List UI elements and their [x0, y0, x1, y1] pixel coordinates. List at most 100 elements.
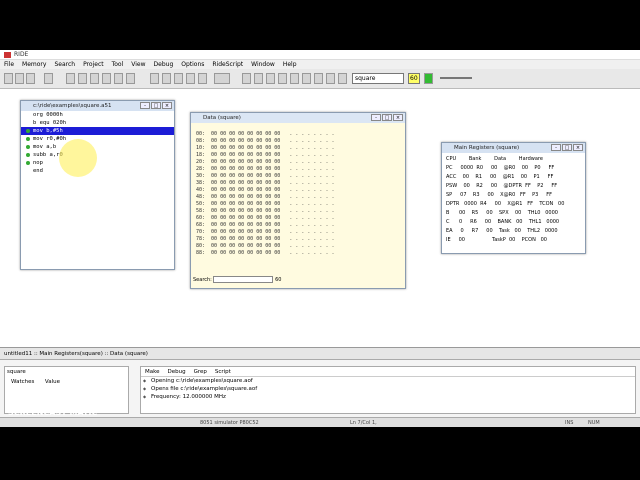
menu-search[interactable]: Search — [50, 60, 79, 69]
memory-row[interactable]: 78: 00 00 00 00 00 00 00 00 . . . . . . … — [196, 236, 334, 243]
memory-grid[interactable]: 00: 00 00 00 00 00 00 00 00 . . . . . . … — [196, 131, 334, 257]
memory-row[interactable]: 68: 00 00 00 00 00 00 00 00 . . . . . . … — [196, 222, 334, 229]
close-button[interactable]: × — [162, 102, 172, 109]
editor-window[interactable]: c:\ride\examples\square.a51 - □ × org 0000… — [20, 100, 175, 270]
cut-icon[interactable] — [78, 73, 87, 84]
menu-view[interactable]: View — [127, 60, 149, 69]
tab-make[interactable]: Make — [145, 369, 160, 375]
format-icon[interactable] — [214, 73, 230, 84]
code-line[interactable]: org 0000h — [21, 111, 174, 119]
minimize-button[interactable]: - — [140, 102, 150, 109]
memory-row[interactable]: 40: 00 00 00 00 00 00 00 00 . . . . . . … — [196, 187, 334, 194]
memory-row[interactable]: 18: 00 00 00 00 00 00 00 00 . . . . . . … — [196, 152, 334, 159]
register-row[interactable]: ACC 00 R1 00 @R1 00 P1 FF — [446, 173, 569, 182]
memory-row[interactable]: 38: 00 00 00 00 00 00 00 00 . . . . . . … — [196, 180, 334, 187]
code-line[interactable]: subb a,r0 — [21, 151, 174, 159]
close-button[interactable]: × — [393, 114, 403, 121]
minimize-button[interactable]: - — [551, 144, 561, 151]
register-row[interactable]: EA 0 R7 00 Task 00 THL2 0000 — [446, 227, 569, 236]
memory-row[interactable]: 20: 00 00 00 00 00 00 00 00 . . . . . . … — [196, 159, 334, 166]
grid-icon[interactable] — [186, 73, 195, 84]
tab-debug[interactable]: Debug — [168, 369, 186, 375]
go-icon[interactable] — [424, 73, 433, 84]
register-row[interactable]: B 00 R5 00 SPX 00 THL0 0000 — [446, 209, 569, 218]
breakpoint-icon[interactable] — [26, 153, 30, 157]
target-combo[interactable]: square — [352, 73, 404, 84]
debug-run-icon[interactable] — [242, 73, 251, 84]
step-icon[interactable] — [44, 73, 53, 84]
tab-script[interactable]: Script — [215, 369, 231, 375]
register-row[interactable]: PC 0000 R0 00 @R0 00 P0 FF — [446, 164, 569, 173]
copy-icon[interactable] — [90, 73, 99, 84]
code-line[interactable]: end — [21, 167, 174, 175]
breakpoint-icon[interactable] — [26, 145, 30, 149]
register-row[interactable]: SP 07 R3 00 X@R0 FF P3 FF — [446, 191, 569, 200]
stop-icon[interactable] — [314, 73, 323, 84]
document-tabs[interactable]: untitled11 :: Main Registers(square) :: … — [0, 347, 640, 359]
step-over-icon[interactable] — [290, 73, 299, 84]
registers-table[interactable]: CPU Bank Data Hardware PC 0000 R0 00 @R0 … — [446, 155, 569, 245]
register-row[interactable]: DPTR 0000 R4 00 X@R1 FF TCON 00 — [446, 200, 569, 209]
memory-row[interactable]: 60: 00 00 00 00 00 00 00 00 . . . . . . … — [196, 215, 334, 222]
new-file-icon[interactable] — [4, 73, 13, 84]
menu-options[interactable]: Options — [177, 60, 208, 69]
breakpoint-icon[interactable] — [326, 73, 335, 84]
memory-row[interactable]: 58: 00 00 00 00 00 00 00 00 . . . . . . … — [196, 208, 334, 215]
table-icon[interactable] — [198, 73, 207, 84]
paste-icon[interactable] — [102, 73, 111, 84]
code-line[interactable]: mov r0,#0h — [21, 135, 174, 143]
menu-ridescript[interactable]: RideScript — [208, 60, 247, 69]
register-row[interactable]: IE 00 TaskP 00 PCON 00 — [446, 236, 569, 245]
breakpoint-icon[interactable] — [26, 129, 30, 133]
search-input[interactable] — [213, 276, 274, 283]
link-icon[interactable] — [174, 73, 183, 84]
menu-debug[interactable]: Debug — [150, 60, 178, 69]
memory-row[interactable]: 70: 00 00 00 00 00 00 00 00 . . . . . . … — [196, 229, 334, 236]
tab-grep[interactable]: Grep — [194, 369, 207, 375]
register-row[interactable]: PSW 00 R2 00 @DPTR FF P2 FF — [446, 182, 569, 191]
compile-icon[interactable] — [162, 73, 171, 84]
menu-window[interactable]: Window — [247, 60, 279, 69]
menu-help[interactable]: Help — [279, 60, 301, 69]
step-into-icon[interactable] — [278, 73, 287, 84]
memory-row[interactable]: 50: 00 00 00 00 00 00 00 00 . . . . . . … — [196, 201, 334, 208]
code-area[interactable]: org 0000h b equ 020h mov b,#5h mov r0,#0… — [21, 111, 174, 269]
find-icon[interactable] — [114, 73, 123, 84]
memory-row[interactable]: 08: 00 00 00 00 00 00 00 00 . . . . . . … — [196, 138, 334, 145]
menu-file[interactable]: File — [0, 60, 18, 69]
reset-icon[interactable] — [302, 73, 311, 84]
breakpoint-icon[interactable] — [26, 137, 30, 141]
register-row[interactable]: C 0 R6 00 BANK 00 THL1 0000 — [446, 218, 569, 227]
breakpoint-icon[interactable] — [26, 161, 30, 165]
speed-field[interactable]: 60 — [408, 73, 420, 84]
memory-row[interactable]: 30: 00 00 00 00 00 00 00 00 . . . . . . … — [196, 173, 334, 180]
watch-icon[interactable] — [338, 73, 347, 84]
menu-tool[interactable]: Tool — [108, 60, 128, 69]
memory-row[interactable]: 28: 00 00 00 00 00 00 00 00 . . . . . . … — [196, 166, 334, 173]
memory-row[interactable]: 00: 00 00 00 00 00 00 00 00 . . . . . . … — [196, 131, 334, 138]
open-folder-icon[interactable] — [15, 73, 24, 84]
camera-icon[interactable] — [266, 73, 275, 84]
undo-icon[interactable] — [66, 73, 75, 84]
code-line-current[interactable]: mov b,#5h — [21, 127, 174, 135]
house-icon[interactable] — [254, 73, 263, 84]
code-line[interactable]: mov a,b — [21, 143, 174, 151]
memory-row[interactable]: 10: 00 00 00 00 00 00 00 00 . . . . . . … — [196, 145, 334, 152]
memory-row[interactable]: 48: 00 00 00 00 00 00 00 00 . . . . . . … — [196, 194, 334, 201]
maximize-button[interactable]: □ — [382, 114, 392, 121]
save-icon[interactable] — [26, 73, 35, 84]
registers-window[interactable]: Main Registers (square) - □ × CPU Bank Dat… — [441, 142, 586, 254]
replace-icon[interactable] — [126, 73, 135, 84]
memory-row[interactable]: 80: 00 00 00 00 00 00 00 00 . . . . . . … — [196, 243, 334, 250]
speed-slider[interactable] — [440, 77, 472, 79]
code-line[interactable]: b equ 020h — [21, 119, 174, 127]
maximize-button[interactable]: □ — [151, 102, 161, 109]
code-line[interactable]: nop — [21, 159, 174, 167]
minimize-button[interactable]: - — [371, 114, 381, 121]
close-button[interactable]: × — [573, 144, 583, 151]
memory-row[interactable]: 88: 00 00 00 00 00 00 00 00 . . . . . . … — [196, 250, 334, 257]
menu-project[interactable]: Project — [79, 60, 108, 69]
build-icon[interactable] — [150, 73, 159, 84]
menu-memory[interactable]: Memory — [18, 60, 50, 69]
data-window[interactable]: Data (square) - □ × 00: 00 00 00 00 00 00 … — [190, 112, 406, 289]
